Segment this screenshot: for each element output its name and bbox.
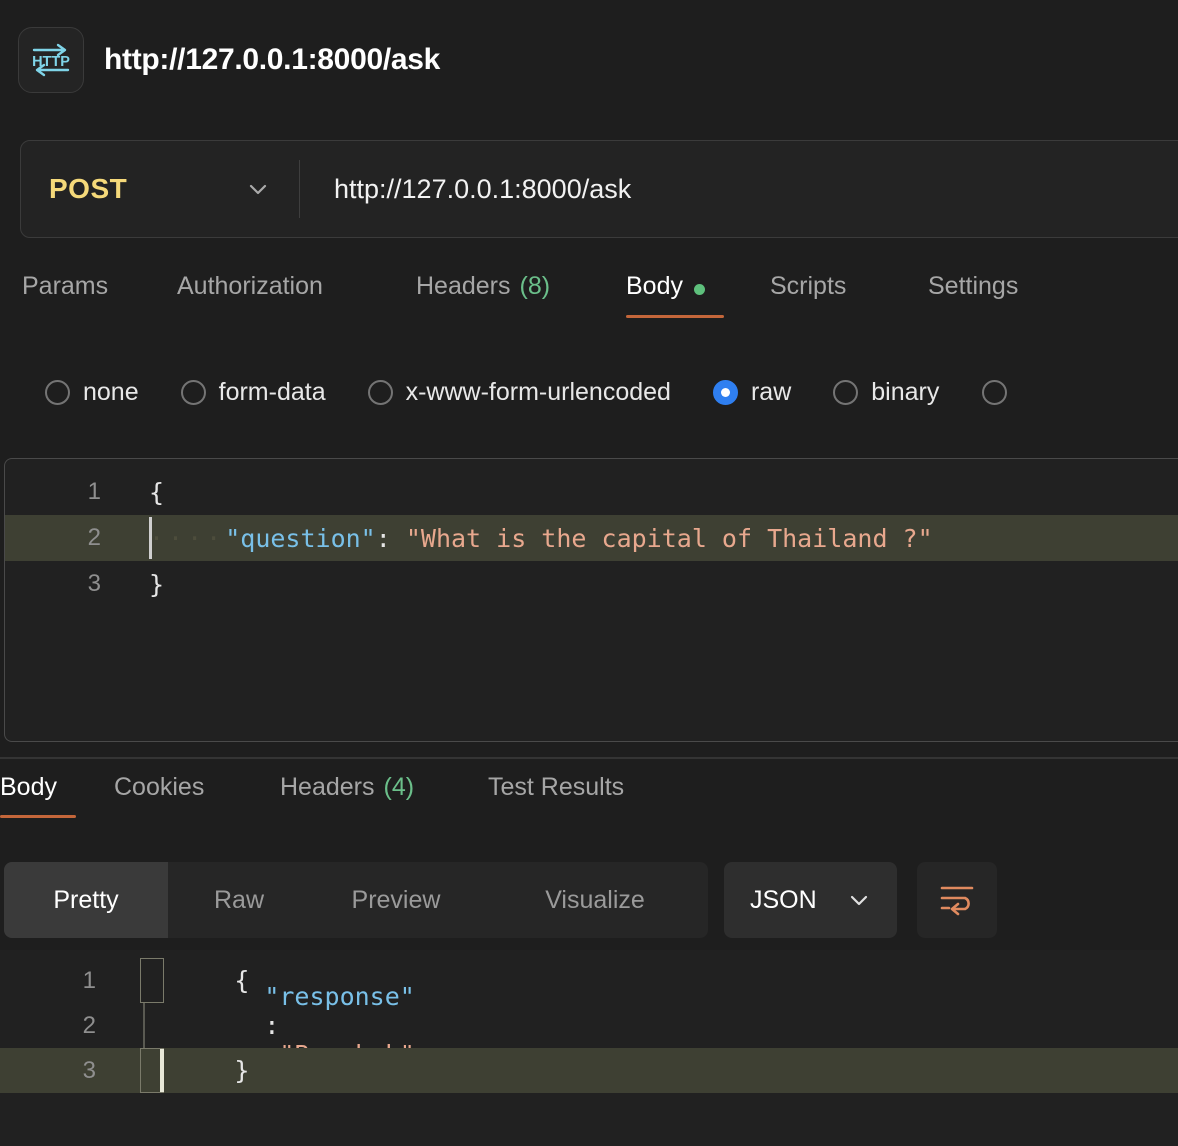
view-preview-button[interactable]: Preview — [310, 862, 482, 938]
tab-headers[interactable]: Headers (8) — [416, 268, 582, 340]
radio-label: x-www-form-urlencoded — [405, 377, 671, 406]
tab-active-underline — [626, 315, 724, 318]
body-type-urlencoded[interactable]: x-www-form-urlencoded — [367, 377, 671, 407]
tab-count-badge: (8) — [519, 272, 551, 300]
response-tab-cookies[interactable]: Cookies — [114, 770, 239, 842]
tab-scripts[interactable]: Scripts — [770, 268, 880, 340]
line-number: 2 — [87, 524, 101, 551]
json-key: "response" — [264, 982, 415, 1011]
chevron-down-icon — [245, 176, 271, 202]
word-wrap-button[interactable] — [916, 862, 997, 938]
radio-icon — [45, 379, 70, 405]
line-number: 1 — [87, 478, 101, 505]
line-number: 3 — [87, 570, 101, 597]
line-content: { — [149, 478, 164, 507]
text-cursor — [160, 1049, 164, 1092]
tab-label: Scripts — [770, 272, 847, 300]
text-cursor — [149, 517, 152, 559]
tab-label: Test Results — [488, 773, 625, 801]
radio-label: form-data — [218, 377, 326, 406]
view-label: Visualize — [545, 885, 645, 914]
radio-label: none — [83, 377, 139, 406]
tab-label: Params — [22, 272, 109, 300]
urlbar-divider — [299, 160, 300, 218]
response-tab-body[interactable]: Body — [0, 770, 76, 842]
request-tabs: Params Authorization Headers (8) Body Sc… — [0, 268, 1178, 340]
unsaved-dot-icon — [693, 284, 705, 295]
radio-icon — [712, 379, 738, 405]
tab-authorization[interactable]: Authorization — [177, 268, 367, 340]
body-type-graphql-partial[interactable] — [982, 379, 1008, 405]
tab-label: Headers — [416, 272, 511, 300]
radio-icon — [367, 379, 393, 405]
view-pretty-button[interactable]: Pretty — [4, 862, 168, 938]
tab-settings[interactable]: Settings — [928, 268, 1058, 340]
tab-label: Cookies — [114, 773, 205, 801]
http-protocol-icon: HTTP — [18, 27, 84, 93]
json-brace: { — [149, 477, 165, 507]
svg-text:HTTP: HTTP — [32, 54, 70, 70]
line-content: } — [149, 570, 164, 599]
response-format-label: JSON — [750, 885, 817, 914]
view-label: Pretty — [53, 885, 119, 914]
tab-label: Headers — [280, 773, 375, 801]
tab-params[interactable]: Params — [22, 268, 128, 340]
panel-divider[interactable] — [0, 757, 1178, 759]
url-input[interactable]: http://127.0.0.1:8000/ask — [334, 174, 631, 205]
view-label: Preview — [351, 885, 441, 914]
body-type-radio-group: none form-data x-www-form-urlencoded raw… — [0, 364, 1178, 420]
response-format-selector[interactable]: JSON — [724, 862, 897, 938]
code-line[interactable]: 1 { — [5, 469, 1178, 515]
view-label: Raw — [213, 885, 264, 914]
json-string-value: "What is the capital of Thailand ?" — [390, 523, 933, 553]
request-body-editor[interactable]: 1 { 2 ···· "question" : "What is the cap… — [4, 458, 1178, 742]
response-view-toolbar: Pretty Raw Preview Visualize JSON — [4, 862, 997, 938]
tab-active-underline — [0, 815, 76, 818]
json-brace: } — [149, 569, 165, 599]
line-content: ···· "question" : "What is the capital o… — [149, 524, 933, 553]
code-line[interactable]: 2 ···· "question" : "What is the capital… — [5, 515, 1178, 561]
json-colon: : — [264, 1011, 280, 1040]
http-method-label: POST — [49, 173, 128, 204]
tab-label: Body — [0, 773, 57, 801]
body-type-binary[interactable]: binary — [833, 378, 939, 407]
response-tabs: Body Cookies Headers (4) Test Results — [0, 770, 1178, 842]
response-tab-headers[interactable]: Headers (4) — [280, 770, 445, 842]
view-visualize-button[interactable]: Visualize — [482, 862, 708, 938]
response-view-segmented-control: Pretty Raw Preview Visualize — [4, 862, 708, 938]
code-line[interactable]: 3 } — [0, 1048, 1178, 1093]
brace-match-highlight — [140, 958, 164, 1003]
response-tab-test-results[interactable]: Test Results — [488, 770, 658, 842]
whitespace-dots: ···· — [149, 523, 226, 553]
json-colon: : — [375, 523, 391, 553]
line-number: 1 — [82, 966, 96, 994]
code-line[interactable]: 3 } — [5, 561, 1178, 607]
word-wrap-icon — [937, 880, 977, 921]
line-number: 3 — [82, 1056, 96, 1084]
page-title: http://127.0.0.1:8000/ask — [104, 43, 441, 76]
view-raw-button[interactable]: Raw — [168, 862, 310, 938]
request-url-bar: POST http://127.0.0.1:8000/ask — [20, 140, 1178, 238]
response-body-viewer[interactable]: 1 { 2 "response" : "Bangkok" 3 } — [0, 950, 1178, 1146]
body-type-form-data[interactable]: form-data — [180, 377, 326, 407]
radio-icon — [833, 379, 859, 405]
window-title-bar: HTTP http://127.0.0.1:8000/ask — [0, 0, 1178, 120]
http-method-selector[interactable]: POST — [21, 141, 299, 237]
chevron-down-icon — [847, 888, 871, 912]
json-brace: } — [234, 1056, 250, 1085]
body-type-none[interactable]: none — [45, 378, 139, 407]
tab-label: Authorization — [177, 272, 323, 300]
tab-label: Body — [626, 272, 683, 300]
tab-count-badge: (4) — [383, 773, 415, 801]
radio-label: binary — [871, 377, 940, 406]
radio-label: raw — [750, 377, 792, 406]
radio-icon — [982, 379, 1008, 405]
json-key: "question" — [225, 523, 376, 553]
tab-label: Settings — [928, 272, 1019, 300]
line-number: 2 — [82, 1011, 96, 1039]
radio-icon — [180, 379, 206, 405]
body-type-raw[interactable]: raw — [712, 377, 792, 407]
tab-body[interactable]: Body — [626, 268, 724, 340]
